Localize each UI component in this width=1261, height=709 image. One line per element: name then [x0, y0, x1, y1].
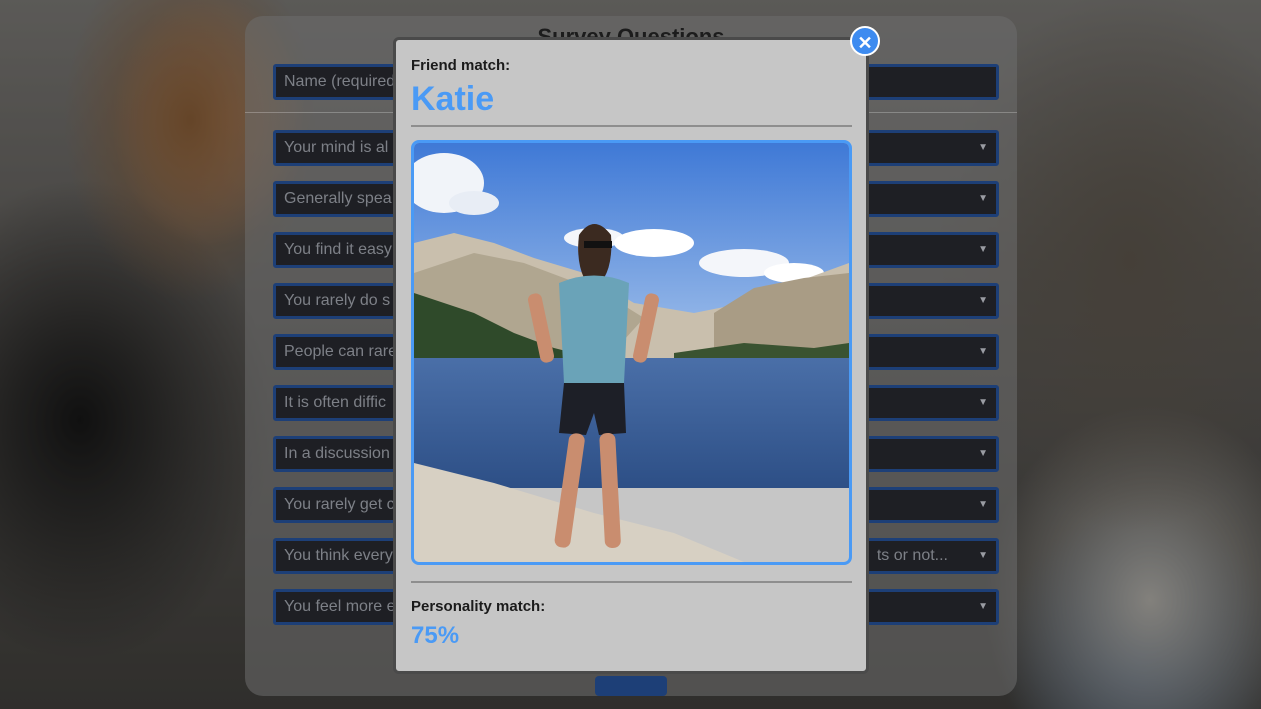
chevron-down-icon: ▼	[978, 601, 988, 612]
chevron-down-icon: ▼	[978, 193, 988, 204]
friend-match-label: Friend match:	[411, 57, 511, 74]
close-button[interactable]: ✕	[850, 26, 880, 56]
friend-match-name: Katie	[411, 80, 495, 118]
chevron-down-icon: ▼	[978, 397, 988, 408]
question-text: You feel more e	[284, 598, 396, 615]
question-text: You find it easy	[284, 241, 392, 258]
modal-divider-bottom	[411, 581, 852, 583]
submit-button[interactable]	[595, 676, 667, 696]
photo-image	[414, 143, 849, 562]
question-text: It is often diffic	[284, 394, 386, 411]
question-text: In a discussion	[284, 445, 390, 462]
profile-photo	[411, 140, 852, 565]
modal-divider-top	[411, 125, 852, 127]
chevron-down-icon: ▼	[978, 448, 988, 459]
question-text: Generally spea	[284, 190, 392, 207]
chevron-down-icon: ▼	[978, 550, 988, 561]
question-text: People can rare	[284, 343, 397, 360]
chevron-down-icon: ▼	[978, 499, 988, 510]
question-selected-value: ts or not...	[876, 547, 948, 564]
chevron-down-icon: ▼	[978, 295, 988, 306]
chevron-down-icon: ▼	[978, 142, 988, 153]
name-input-placeholder: Name (required)	[284, 73, 401, 90]
question-text: You rarely do s	[284, 292, 391, 309]
chevron-down-icon: ▼	[978, 346, 988, 357]
chevron-down-icon: ▼	[978, 244, 988, 255]
match-modal: Friend match: Katie Personality match: 7…	[393, 37, 869, 674]
question-text: You think every	[284, 547, 393, 564]
personality-match-value: 75%	[411, 622, 460, 649]
question-text: You rarely get c	[284, 496, 395, 513]
personality-match-label: Personality match:	[411, 598, 546, 615]
question-text: Your mind is al	[284, 139, 389, 156]
close-icon: ✕	[857, 33, 873, 53]
